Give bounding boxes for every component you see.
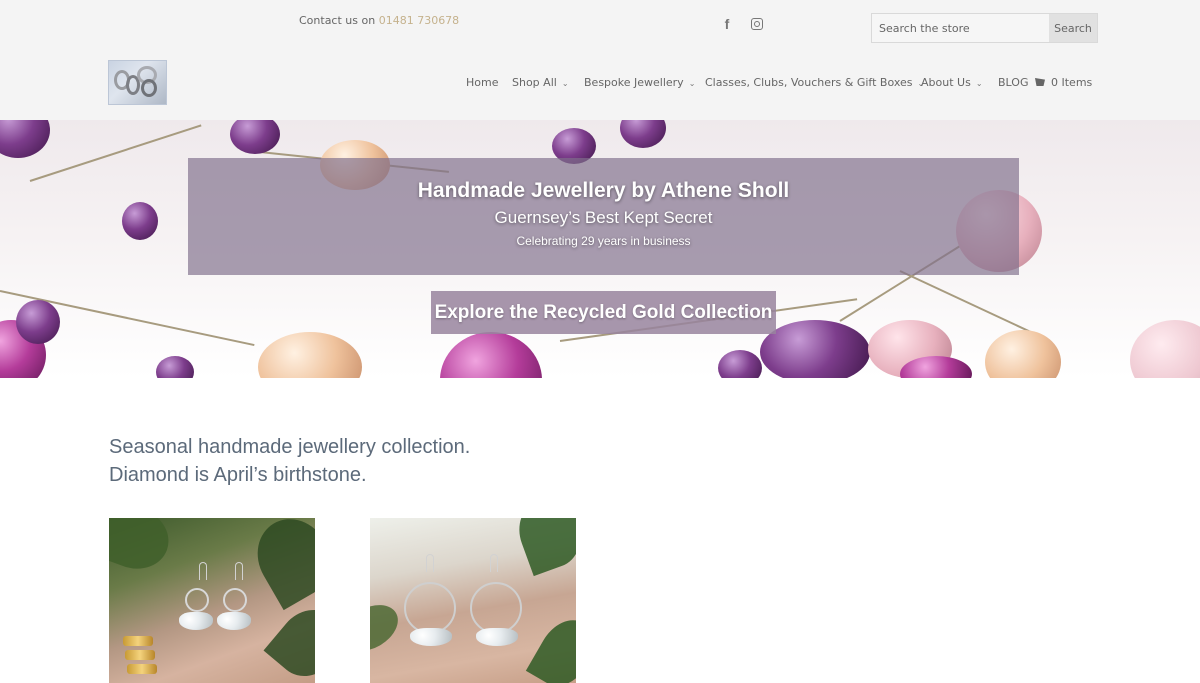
product-image-earrings-2[interactable] [370, 518, 576, 683]
hero-text-panel: Handmade Jewellery by Athene Sholl Guern… [188, 158, 1019, 275]
cart-link[interactable]: 0 Items [1035, 76, 1092, 89]
search-input[interactable] [872, 14, 1050, 42]
hero-tagline: Celebrating 29 years in business [516, 234, 691, 248]
nav-item-blog[interactable]: BLOG [998, 76, 1028, 89]
chevron-down-icon: ⌄ [688, 79, 696, 88]
nav-item-label: Shop All [512, 76, 557, 89]
facebook-icon[interactable]: f [718, 16, 736, 34]
product-image-earrings-1[interactable] [109, 518, 315, 683]
nav-item-label: Bespoke Jewellery [584, 76, 684, 89]
hero-title: Handmade Jewellery by Athene Sholl [417, 179, 790, 202]
nav-item-label: Home [466, 76, 499, 89]
nav-item-label: Classes, Clubs, Vouchers & Gift Boxes [705, 76, 913, 89]
nav-item-home[interactable]: Home [466, 76, 498, 89]
instagram-icon[interactable] [748, 16, 766, 34]
contact-info: Contact us on 01481 730678 [299, 14, 459, 27]
intro-line-1: Seasonal handmade jewellery collection. [109, 436, 471, 458]
hero-subtitle: Guernsey’s Best Kept Secret [494, 208, 713, 227]
chevron-down-icon: ⌄ [975, 79, 983, 88]
search-button[interactable]: Search [1049, 14, 1097, 42]
nav-item-label: BLOG [998, 76, 1029, 89]
cart-icon [1035, 78, 1045, 86]
nav-item-classes[interactable]: Classes, Clubs, Vouchers & Gift Boxes ⌄ [705, 76, 924, 89]
cart-count: 0 Items [1051, 76, 1093, 89]
chevron-down-icon: ⌄ [561, 79, 569, 88]
collection-intro: Seasonal handmade jewellery collection. … [109, 433, 470, 489]
intro-line-2: Diamond is April’s birthstone. [109, 464, 367, 486]
nav-item-label: About Us [921, 76, 971, 89]
site-logo[interactable] [108, 60, 167, 105]
nav-item-about-us[interactable]: About Us ⌄ [921, 76, 983, 89]
nav-item-shop-all[interactable]: Shop All ⌄ [512, 76, 569, 89]
recycled-gold-collection-button[interactable]: Explore the Recycled Gold Collection [431, 291, 776, 334]
phone-link[interactable]: 01481 730678 [379, 14, 459, 27]
nav-item-bespoke-jewellery[interactable]: Bespoke Jewellery ⌄ [584, 76, 695, 89]
hero-banner: Handmade Jewellery by Athene Sholl Guern… [0, 120, 1200, 378]
contact-prefix: Contact us on [299, 14, 379, 27]
search-form: Search [871, 13, 1098, 43]
site-header: Contact us on 01481 730678 f Search Home… [0, 0, 1200, 120]
